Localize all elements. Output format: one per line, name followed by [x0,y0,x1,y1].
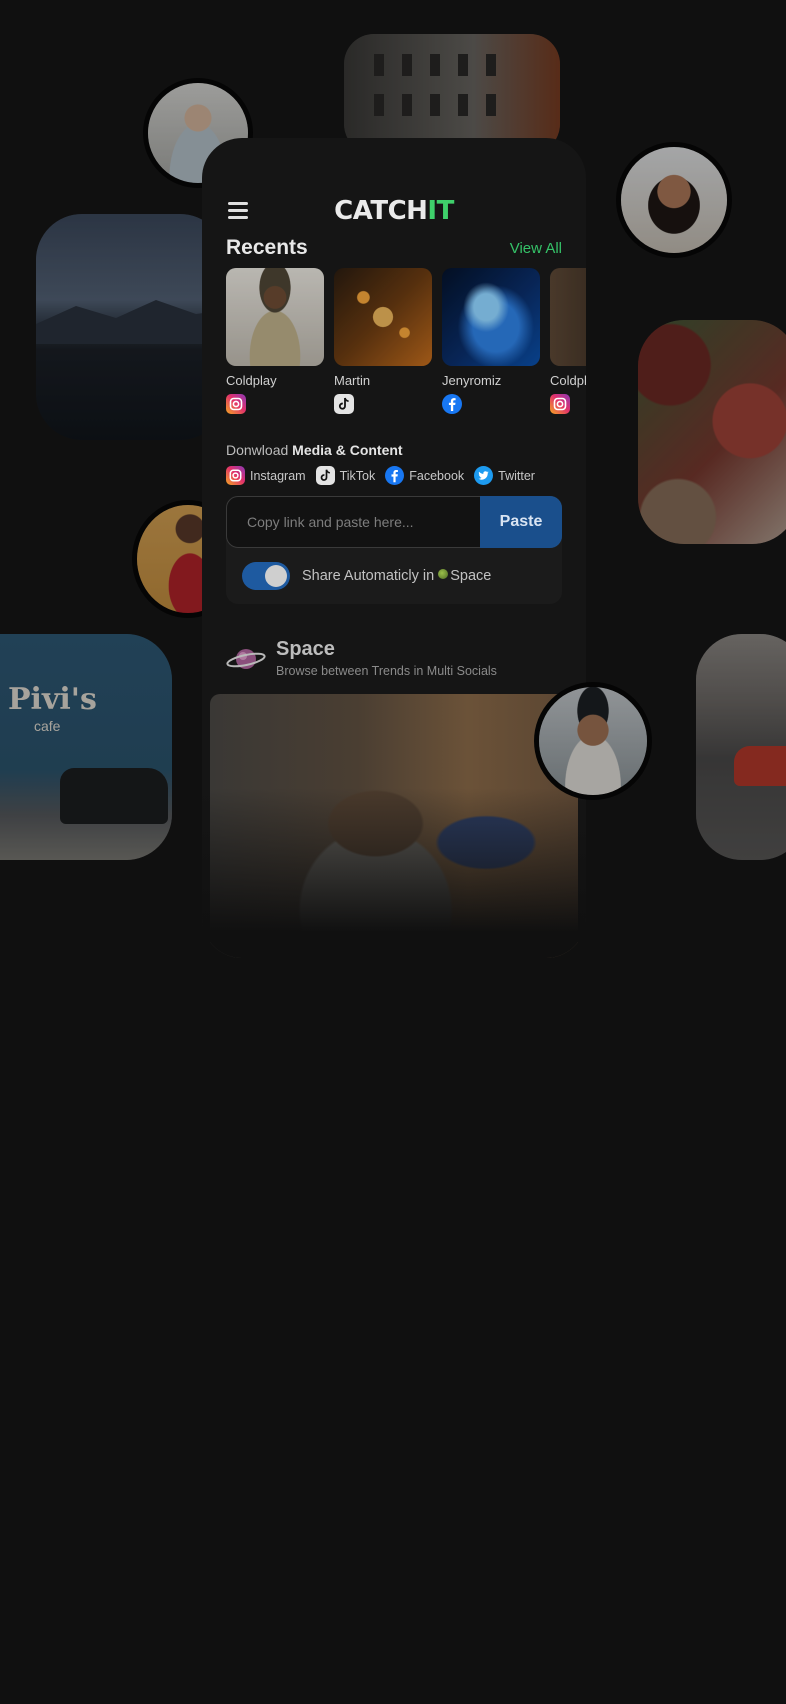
logo-main: CATCH [334,196,428,226]
space-feed-photo[interactable] [210,694,578,958]
tiktok-icon [315,466,335,485]
recent-item[interactable]: Coldplay [226,268,324,414]
link-input-placeholder: Copy link and paste here... [247,514,414,530]
red-car [734,746,786,786]
cafe-sign: Pivi's [8,682,97,717]
space-subtitle: Browse between Trends in Multi Socials [276,664,497,678]
platform-facebook[interactable]: Facebook [385,466,464,485]
view-all-link[interactable]: View All [510,240,562,257]
recent-name: Coldplay [550,373,586,388]
download-title-bold: Media & Content [292,442,403,458]
cafe-subsign: cafe [34,718,61,734]
download-title-prefix: Donwload [226,442,293,458]
recents-carousel[interactable]: Coldplay Martin Jenyromiz Coldpl [226,268,586,418]
paste-link-card: Copy link and paste here... Paste Share … [226,496,562,604]
download-title: Donwload Media & Content [226,442,403,458]
building-windows [374,54,496,116]
recent-name: Coldplay [226,373,277,388]
facebook-icon [442,394,462,414]
phone-mockup: CATCHIT Recents View All Coldplay Martin [202,138,586,958]
tiktok-icon [334,394,354,414]
instagram-icon [226,466,245,485]
platform-label: Twitter [498,468,535,483]
twitter-icon [474,466,494,485]
auto-share-text: Share Automaticly in [302,568,439,584]
auto-share-label: Share Automaticly in Space [302,568,491,584]
platform-twitter[interactable]: Twitter [474,466,535,485]
planet-icon [226,649,266,669]
avatar-smiling-man-cap [534,682,652,800]
mountain-photo [36,214,226,440]
auto-share-target: Space [450,568,492,584]
space-title: Space [276,638,335,660]
race-car-photo [696,634,786,860]
recent-thumbnail [442,268,540,366]
auto-share-toggle[interactable] [242,562,290,590]
platform-label: TikTok [339,468,376,483]
recent-item[interactable]: Coldplay [550,268,586,414]
showcase-stage: Pivi's cafe CATCHIT Recents View All Col… [0,0,786,1704]
cafe-street-photo: Pivi's cafe [0,634,172,860]
recent-thumbnail [334,268,432,366]
christmas-gift-photo [638,320,786,544]
recent-item[interactable]: Jenyromiz [442,268,540,414]
space-mini-icon [438,569,449,579]
app-logo: CATCHIT [202,196,586,226]
instagram-icon [226,394,246,414]
mountain-ridge [36,300,226,344]
platform-list: Instagram TikTok Facebook Twitter [226,466,535,485]
platform-tiktok[interactable]: TikTok [315,466,376,485]
logo-accent: IT [427,196,454,226]
recent-thumbnail [550,268,586,366]
recents-title: Recents [226,236,308,259]
recent-item[interactable]: Martin [334,268,432,414]
facebook-icon [385,466,405,485]
avatar-smiling-woman [616,142,732,258]
platform-label: Instagram [250,468,306,483]
parked-car [60,768,168,824]
recent-thumbnail [226,268,324,366]
paste-button[interactable]: Paste [480,496,562,548]
platform-instagram[interactable]: Instagram [226,466,306,485]
building-photo [344,34,560,154]
recent-name: Martin [334,373,371,388]
toggle-knob [265,565,287,587]
instagram-icon [550,394,570,414]
platform-label: Facebook [409,468,465,483]
recent-name: Jenyromiz [442,373,502,388]
